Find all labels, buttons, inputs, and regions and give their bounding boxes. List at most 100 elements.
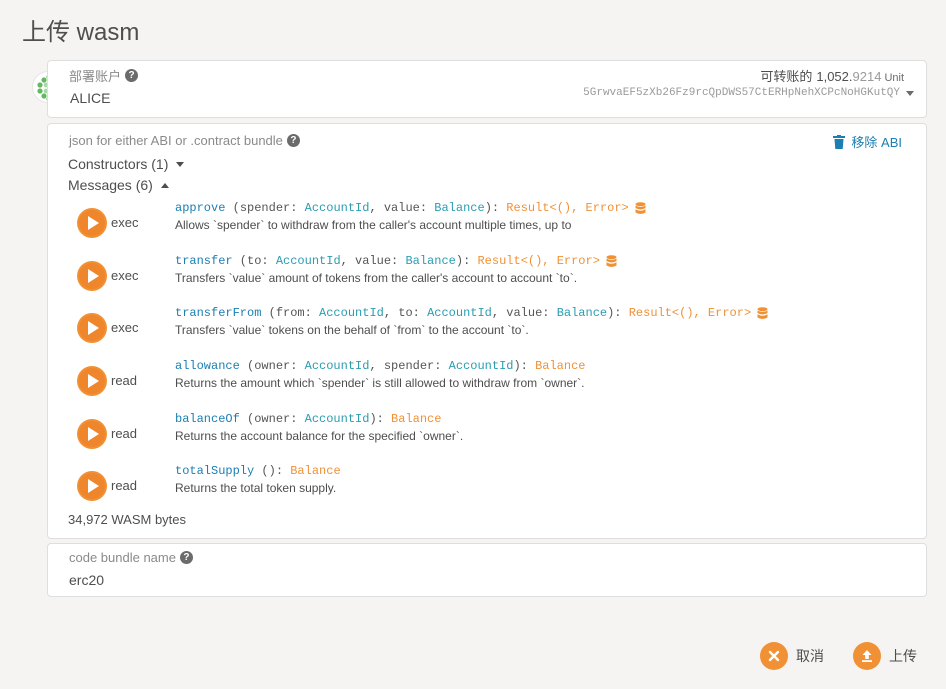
message-signature: balanceOf (owner: AccountId): Balance — [175, 412, 441, 426]
message-name: totalSupply — [175, 464, 255, 478]
database-icon — [635, 201, 646, 214]
return-type: Result<(), Error> — [506, 201, 629, 215]
message-kind: exec — [111, 320, 139, 335]
upload-label: 上传 — [889, 648, 917, 664]
messages-label: Messages (6) — [68, 177, 153, 193]
message-params: ( — [254, 464, 269, 478]
constructors-label: Constructors (1) — [68, 156, 169, 172]
modal-title: 上传 wasm — [22, 19, 140, 46]
message-signature: approve (spender: AccountId, value: Bala… — [175, 201, 646, 215]
account-label-text: 部署账户 — [69, 69, 122, 84]
message-row: exec approve (spender: AccountId, value: … — [77, 201, 917, 245]
return-type: Balance — [391, 412, 442, 426]
account-address[interactable]: 5GrwvaEF5zXb26Fz9rcQpDWS57CtERHpNehXCPcN… — [583, 87, 914, 99]
message-name: transfer — [175, 254, 233, 268]
play-icon[interactable] — [77, 261, 107, 291]
account-label: 部署账户 ? — [69, 66, 139, 85]
abi-label: json for either ABI or .contract bundle … — [69, 133, 300, 148]
message-params: (owner: — [239, 359, 305, 373]
param-type: Balance — [405, 254, 456, 268]
address-text: 5GrwvaEF5zXb26Fz9rcQpDWS57CtERHpNehXCPcN… — [583, 87, 900, 99]
message-params: , spender: — [369, 359, 449, 373]
param-type: Balance — [434, 201, 485, 215]
abi-label-text: json for either ABI or .contract bundle — [69, 133, 283, 148]
message-doc: Returns the account balance for the spec… — [175, 429, 464, 443]
message-params: ): — [607, 306, 629, 320]
upload-wasm-modal: 上传 wasm 部署账户 ? ALICE 可转账的 1,052. 9214 Un… — [0, 0, 946, 689]
upload-button[interactable]: 上传 — [853, 642, 917, 670]
remove-abi-button[interactable]: 移除 ABI — [833, 132, 902, 151]
return-type: Result<(), Error> — [477, 254, 600, 268]
play-icon[interactable] — [77, 419, 107, 449]
chevron-down-icon — [176, 161, 185, 167]
message-params: , to: — [383, 306, 428, 320]
help-icon[interactable]: ? — [286, 134, 300, 147]
deploy-account-selector[interactable]: 部署账户 ? ALICE 可转账的 1,052. 9214 Unit 5Grwv… — [47, 60, 927, 118]
balance-decimals: 9214 — [852, 69, 882, 84]
help-icon[interactable]: ? — [125, 69, 139, 82]
param-type: Balance — [556, 306, 608, 320]
param-type: AccountId — [319, 306, 384, 320]
balance-unit: Unit — [884, 72, 904, 84]
message-params: , value: — [491, 306, 557, 320]
message-name: transferFrom — [175, 306, 262, 320]
message-kind: read — [111, 373, 138, 388]
message-params: , value: — [340, 254, 406, 268]
message-signature: transfer (to: AccountId, value: Balance)… — [175, 254, 617, 268]
message-params: , value: — [369, 201, 435, 215]
message-signature: totalSupply (): Balance — [175, 464, 341, 478]
message-params: (to: — [232, 254, 276, 268]
param-type: AccountId — [304, 359, 370, 373]
message-kind: exec — [111, 268, 139, 283]
bundle-name-input[interactable]: erc20 — [69, 572, 104, 588]
message-doc: Returns the amount which `spender` is st… — [175, 376, 585, 390]
message-params: ): — [369, 412, 392, 426]
param-type: AccountId — [427, 306, 492, 320]
message-params: (from: — [261, 306, 320, 320]
transferable-balance: 可转账的 1,052. 9214 Unit — [760, 66, 904, 85]
messages-toggle[interactable]: Messages (6) — [68, 177, 169, 193]
message-params: ): — [455, 254, 478, 268]
return-type: Balance — [535, 359, 586, 373]
message-params: (owner: — [239, 412, 305, 426]
message-row: read balanceOf (owner: AccountId): Balanc… — [77, 412, 917, 456]
message-signature: transferFrom (from: AccountId, to: Accou… — [175, 306, 768, 320]
message-kind: read — [111, 426, 138, 441]
help-icon[interactable]: ? — [179, 551, 193, 564]
return-type: Balance — [290, 464, 341, 478]
message-doc: Transfers `value` tokens on the behalf o… — [175, 323, 529, 337]
wasm-size: 34,972 WASM bytes — [68, 512, 187, 527]
message-signature: allowance (owner: AccountId, spender: Ac… — [175, 359, 586, 373]
remove-abi-label: 移除 ABI — [851, 135, 902, 150]
database-icon — [606, 254, 617, 267]
message-doc: Returns the total token supply. — [175, 481, 337, 495]
play-icon[interactable] — [77, 208, 107, 238]
bundle-label-text: code bundle name — [69, 550, 176, 565]
chevron-down-icon[interactable] — [906, 90, 914, 96]
message-name: allowance — [175, 359, 240, 373]
balance-label: 可转账的 — [760, 69, 813, 84]
database-icon — [757, 306, 768, 319]
abi-panel: json for either ABI or .contract bundle … — [47, 123, 927, 539]
message-row: exec transferFrom (from: AccountId, to: A… — [77, 306, 917, 350]
message-kind: exec — [111, 215, 139, 230]
message-params: ): — [484, 201, 507, 215]
play-icon[interactable] — [77, 366, 107, 396]
bundle-label: code bundle name ? — [69, 550, 193, 565]
message-name: approve — [175, 201, 226, 215]
message-name: balanceOf — [175, 412, 240, 426]
play-icon[interactable] — [77, 471, 107, 501]
message-doc: Allows `spender` to withdraw from the ca… — [175, 218, 572, 232]
chevron-up-icon — [160, 182, 169, 188]
code-bundle-name-field[interactable]: code bundle name ? erc20 — [47, 543, 927, 597]
cancel-button[interactable]: 取消 — [760, 642, 824, 670]
constructors-toggle[interactable]: Constructors (1) — [68, 156, 185, 172]
play-icon[interactable] — [77, 313, 107, 343]
message-params: ): — [513, 359, 536, 373]
message-row: read totalSupply (): Balance Returns the t… — [77, 464, 917, 508]
message-params: ): — [268, 464, 291, 478]
message-row: exec transfer (to: AccountId, value: Bala… — [77, 254, 917, 298]
trash-icon — [833, 134, 846, 149]
message-doc: Transfers `value` amount of tokens from … — [175, 271, 578, 285]
upload-icon — [853, 642, 881, 670]
